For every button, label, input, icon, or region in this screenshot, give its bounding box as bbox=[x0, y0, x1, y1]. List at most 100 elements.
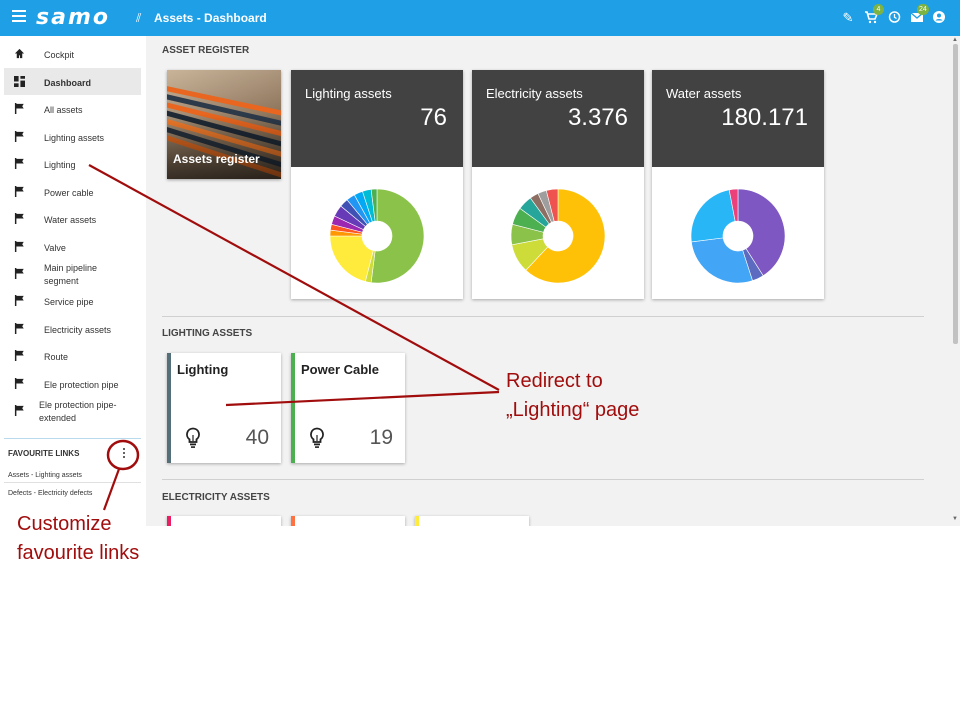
lightbulb-icon bbox=[310, 427, 324, 448]
scroll-up-icon[interactable]: ▲ bbox=[952, 37, 958, 43]
tile-color-bar bbox=[167, 516, 171, 526]
electricity-assets-donut-chart bbox=[510, 188, 606, 284]
sidebar-item-power-cable[interactable]: Power cable bbox=[4, 178, 141, 205]
lightbulb-icon bbox=[186, 427, 200, 448]
card-value: 76 bbox=[420, 104, 447, 131]
flag-icon bbox=[14, 350, 24, 361]
section-title-electricity-assets: ELECTRICITY ASSETS bbox=[162, 492, 270, 503]
lighting-assets-card[interactable]: Lighting assets 76 bbox=[291, 70, 463, 299]
sidebar-item-label: Water assets bbox=[44, 215, 97, 225]
donut-slice[interactable] bbox=[329, 235, 374, 282]
favourite-link[interactable]: Defects - Electricity defects bbox=[8, 490, 92, 497]
history-icon[interactable] bbox=[886, 10, 902, 26]
annotation-customize-text: Customize favourite links bbox=[17, 513, 140, 564]
sidebar-item-label: Lighting bbox=[44, 160, 76, 170]
sidebar-item-label: Service pipe bbox=[44, 297, 94, 307]
sidebar-item-dashboard[interactable]: Dashboard bbox=[4, 68, 141, 95]
logo-mark-icon: ⫽ bbox=[136, 11, 142, 25]
sidebar-item-electricity-assets[interactable]: Electricity assets bbox=[4, 315, 141, 342]
tile-color-bar bbox=[291, 353, 295, 463]
sidebar-item-label: Route bbox=[44, 352, 69, 362]
card-title: Lighting assets bbox=[305, 86, 392, 101]
donut-slice[interactable] bbox=[691, 237, 753, 284]
flag-icon bbox=[14, 295, 24, 306]
sidebar-item-label: Lighting assets bbox=[44, 133, 105, 143]
sidebar-item-label: Valve bbox=[44, 243, 66, 253]
sidebar-item-ele-protection-pipe-extended[interactable]: Ele protection pipe-extended bbox=[4, 397, 141, 424]
scroll-down-icon[interactable]: ▼ bbox=[952, 516, 958, 522]
annotation-redirect-text: Redirect to „Lighting“ page bbox=[506, 370, 640, 421]
lighting-tile[interactable]: Lighting 40 bbox=[167, 353, 281, 463]
sidebar-item-water-assets[interactable]: Water assets bbox=[4, 205, 141, 232]
tile-title: Power Cable bbox=[301, 362, 380, 377]
menu-icon[interactable] bbox=[12, 10, 26, 26]
sidebar-item-cockpit[interactable]: Cockpit bbox=[4, 40, 141, 67]
donut-slice[interactable] bbox=[370, 188, 425, 284]
flag-icon bbox=[14, 378, 24, 389]
sidebar-item-label: Ele protection pipe-extended bbox=[39, 400, 117, 423]
flag-icon bbox=[14, 103, 24, 114]
sidebar-item-route[interactable]: Route bbox=[4, 342, 141, 369]
electricity-assets-card[interactable]: Electricity assets 3.376 bbox=[472, 70, 644, 299]
favourites-more-icon[interactable] bbox=[121, 448, 127, 460]
sidebar-item-valve[interactable]: Valve bbox=[4, 233, 141, 260]
flag-icon bbox=[14, 241, 24, 252]
electricity-tile[interactable] bbox=[291, 516, 405, 526]
tile-color-bar bbox=[415, 516, 419, 526]
sidebar-item-main-pipeline-segment[interactable]: Main pipeline segment bbox=[4, 260, 141, 287]
favourites-link-divider bbox=[4, 482, 141, 483]
flag-icon bbox=[14, 405, 24, 416]
app-logo[interactable]: samo bbox=[36, 5, 110, 30]
card-title: Water assets bbox=[666, 86, 742, 101]
assets-register-card[interactable]: Assets register bbox=[167, 70, 281, 179]
tile-title: Lighting bbox=[177, 362, 229, 377]
sidebar-item-lighting[interactable]: Lighting bbox=[4, 150, 141, 177]
section-divider bbox=[162, 479, 924, 480]
flag-icon bbox=[14, 131, 24, 142]
mail-badge: 24 bbox=[917, 4, 929, 15]
tile-color-bar bbox=[167, 353, 171, 463]
tile-count: 19 bbox=[369, 426, 393, 449]
section-divider bbox=[162, 316, 924, 317]
sidebar-item-label: Ele protection pipe bbox=[44, 380, 119, 390]
page-title: Assets - Dashboard bbox=[154, 11, 267, 25]
cart-badge: 4 bbox=[873, 4, 884, 15]
favourites-divider bbox=[4, 438, 141, 439]
lighting-assets-donut-chart bbox=[329, 188, 425, 284]
sidebar-item-lighting-assets[interactable]: Lighting assets bbox=[4, 123, 141, 150]
sidebar-item-label: Dashboard bbox=[44, 78, 92, 88]
dashboard-icon bbox=[14, 76, 25, 87]
sidebar: Cockpit Dashboard All assets Lighting as… bbox=[0, 36, 146, 526]
card-value: 3.376 bbox=[567, 104, 628, 131]
electricity-tile[interactable] bbox=[415, 516, 529, 526]
account-icon[interactable] bbox=[931, 10, 947, 26]
flag-icon bbox=[14, 213, 24, 224]
sidebar-item-label: Main pipeline segment bbox=[44, 263, 98, 286]
power-cable-tile[interactable]: Power Cable 19 bbox=[291, 353, 405, 463]
sidebar-item-service-pipe[interactable]: Service pipe bbox=[4, 287, 141, 314]
card-value: 180.171 bbox=[721, 104, 808, 131]
sidebar-item-label: Cockpit bbox=[44, 50, 75, 60]
register-card-caption: Assets register bbox=[173, 152, 260, 166]
sidebar-item-label: Power cable bbox=[44, 188, 94, 198]
edit-icon[interactable]: ✎ bbox=[840, 10, 856, 26]
water-assets-card[interactable]: Water assets 180.171 bbox=[652, 70, 824, 299]
tile-color-bar bbox=[291, 516, 295, 526]
tile-count: 40 bbox=[245, 426, 269, 449]
app-window: samo ⫽ Assets - Dashboard ✎ 4 24 Cockpit… bbox=[0, 0, 960, 526]
scroll-thumb[interactable] bbox=[953, 44, 958, 344]
donut-slice[interactable] bbox=[690, 189, 736, 243]
card-header: Electricity assets 3.376 bbox=[472, 70, 644, 167]
top-bar: samo ⫽ Assets - Dashboard ✎ 4 24 bbox=[0, 0, 960, 36]
home-icon bbox=[14, 48, 25, 59]
card-header: Water assets 180.171 bbox=[652, 70, 824, 167]
flag-icon bbox=[14, 186, 24, 197]
electricity-tile[interactable] bbox=[167, 516, 281, 526]
sidebar-item-ele-protection-pipe[interactable]: Ele protection pipe bbox=[4, 370, 141, 397]
sidebar-item-all-assets[interactable]: All assets bbox=[4, 95, 141, 122]
card-title: Electricity assets bbox=[486, 86, 583, 101]
main-scrollbar[interactable]: ▲ ▼ bbox=[950, 36, 960, 526]
card-header: Lighting assets 76 bbox=[291, 70, 463, 167]
flag-icon bbox=[14, 158, 24, 169]
favourite-link[interactable]: Assets - Lighting assets bbox=[8, 472, 82, 479]
